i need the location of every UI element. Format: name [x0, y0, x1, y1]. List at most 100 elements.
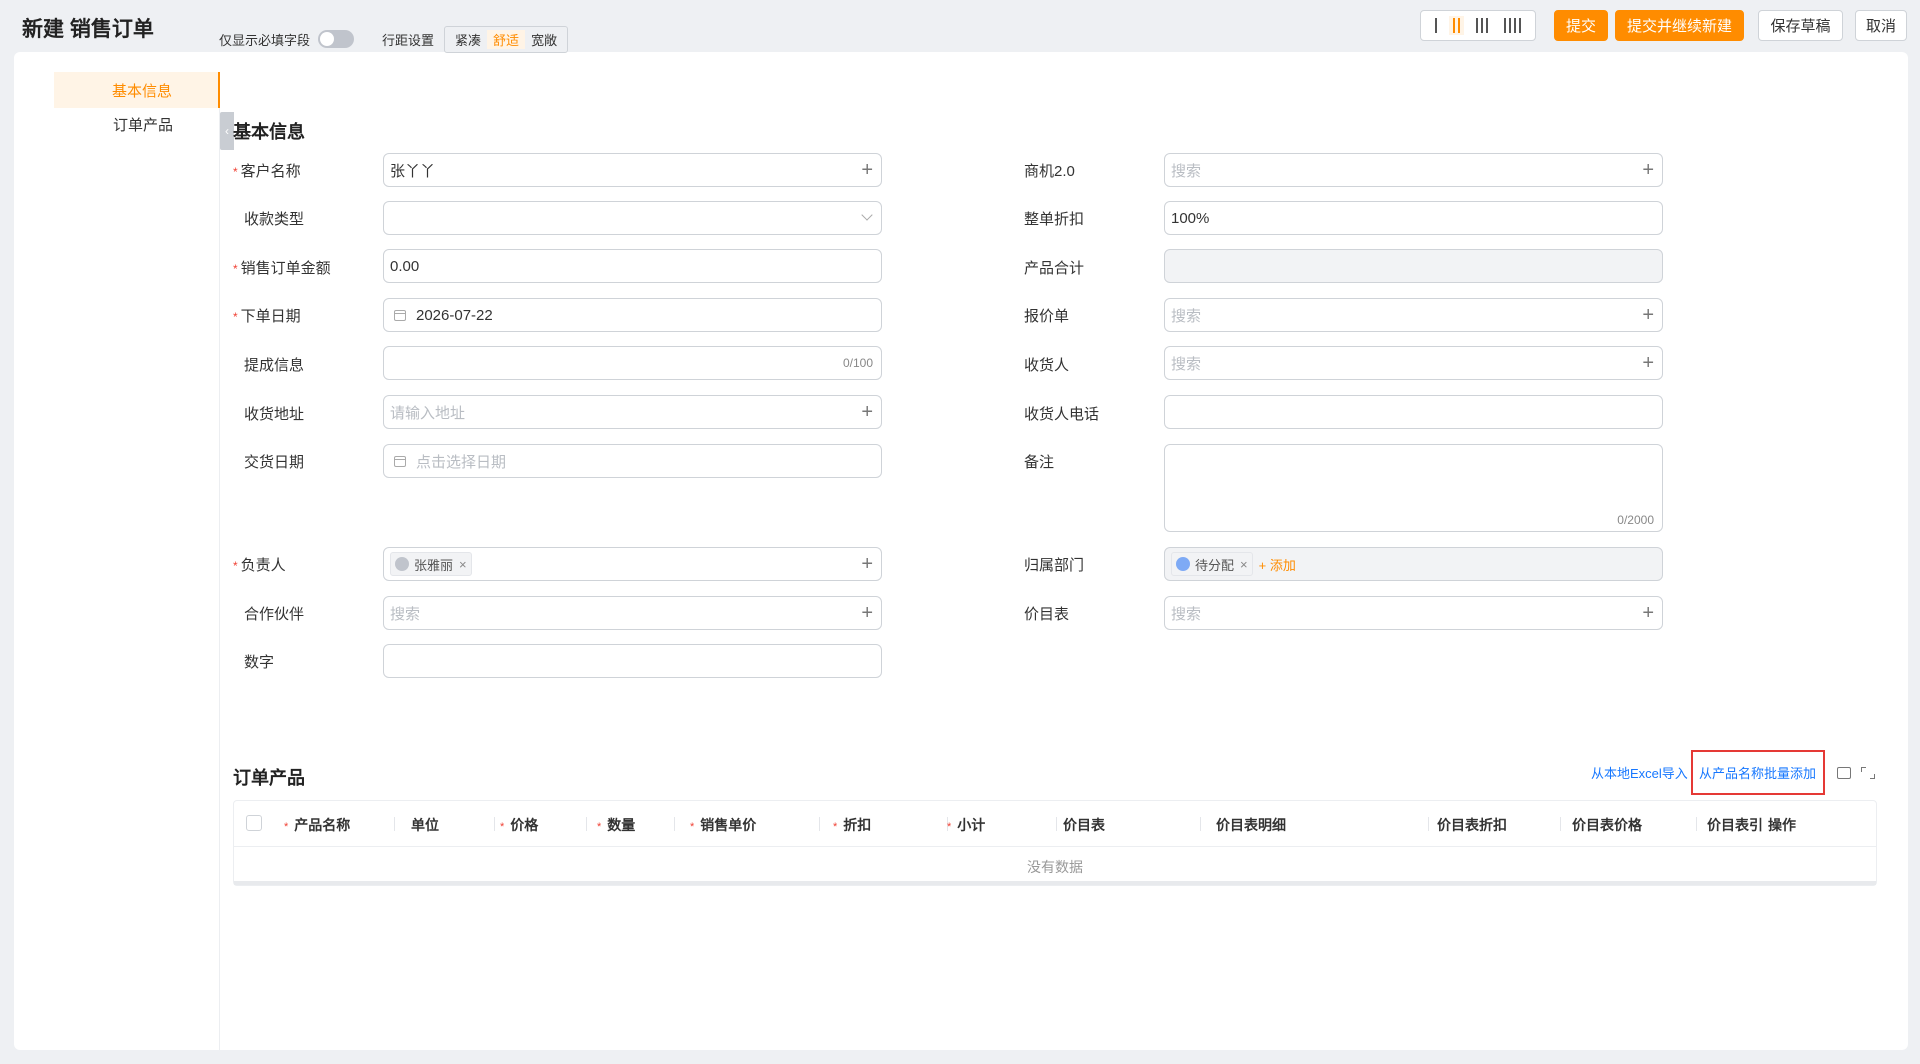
order-date-field[interactable]: 2026-07-22 [383, 298, 882, 332]
section-nav: 基本信息 订单产品 ‹ [28, 72, 234, 1050]
add-icon[interactable]: + [861, 602, 873, 624]
table-horizontal-scrollbar[interactable] [234, 881, 1876, 885]
department-field[interactable]: 待分配 × + 添加 [1164, 547, 1663, 581]
col-price-list-discount[interactable]: 价目表折扣 [1437, 815, 1507, 835]
required-only-toggle[interactable] [318, 30, 355, 48]
add-icon[interactable]: + [1642, 159, 1654, 181]
density-selector[interactable]: 紧凑 舒适 宽敞 [444, 25, 569, 53]
nav-item-order-products[interactable]: 订单产品 [54, 106, 220, 142]
payment-type-label: 收款类型 [244, 211, 305, 228]
opportunity-label: 商机2.0 [1024, 163, 1075, 180]
col-price-list-detail[interactable]: 价目表明细 [1216, 815, 1286, 835]
product-total-label: 产品合计 [1024, 260, 1085, 277]
col-discount[interactable]: * 折扣 [833, 815, 871, 835]
add-icon[interactable]: + [861, 159, 873, 181]
remove-tag-icon[interactable]: × [459, 557, 467, 572]
amount-label: * 销售订单金额 [233, 260, 331, 277]
col-product-name[interactable]: * 产品名称 [284, 815, 350, 835]
add-icon[interactable]: + [1642, 352, 1654, 374]
table-settings-icon[interactable] [1837, 767, 1851, 779]
layout-one-column-icon[interactable] [1431, 16, 1441, 35]
quote-field[interactable]: 搜索 + [1164, 298, 1663, 332]
select-all-checkbox[interactable] [246, 815, 262, 831]
commission-field[interactable]: 0/100 [383, 346, 882, 380]
commission-label: 提成信息 [244, 357, 305, 374]
submit-button[interactable]: 提交 [1554, 10, 1608, 41]
owner-label: * 负责人 [233, 557, 286, 574]
delivery-date-field[interactable]: 点击选择日期 [383, 444, 882, 478]
number-field[interactable] [383, 644, 882, 678]
col-price-list[interactable]: 价目表 [1063, 815, 1105, 835]
chevron-down-icon [861, 209, 873, 221]
col-price-list-ref[interactable]: 价目表引 [1707, 815, 1763, 835]
col-actions: 操作 [1768, 817, 1796, 833]
layout-three-column-icon[interactable] [1472, 16, 1492, 35]
fullscreen-icon[interactable] [1861, 767, 1875, 779]
layout-two-column-icon[interactable] [1449, 16, 1464, 35]
price-list-label: 价目表 [1024, 606, 1070, 623]
import-excel-link[interactable]: 从本地Excel导入 [1591, 763, 1688, 782]
commission-counter: 0/100 [842, 356, 873, 370]
density-comfortable-option[interactable]: 舒适 [487, 29, 526, 49]
opportunity-field[interactable]: 搜索 + [1164, 153, 1663, 187]
basic-info-title: 基本信息 [233, 122, 305, 142]
payment-type-select[interactable] [383, 201, 882, 235]
receiver-phone-field[interactable] [1164, 395, 1663, 429]
remove-tag-icon[interactable]: × [1240, 557, 1248, 572]
price-list-field[interactable]: 搜索 + [1164, 596, 1663, 630]
customer-label: * 客户名称 [233, 163, 301, 180]
receiver-phone-label: 收货人电话 [1024, 406, 1100, 423]
partner-field[interactable]: 搜索 + [383, 596, 882, 630]
col-subtotal[interactable]: * 小计 [947, 815, 985, 835]
add-icon[interactable]: + [1642, 602, 1654, 624]
cancel-button[interactable]: 取消 [1855, 10, 1907, 41]
calendar-icon [394, 455, 406, 467]
delivery-date-label: 交货日期 [244, 454, 305, 471]
customer-field[interactable]: 张丫丫 + [383, 153, 882, 187]
save-draft-button[interactable]: 保存草稿 [1758, 10, 1843, 41]
avatar [395, 557, 409, 571]
department-tag: 待分配 × [1171, 552, 1253, 576]
order-products-table: * 产品名称 单位 * 价格 * 数量 * 销售单价 * 折扣 * 小计 价目表 价目表明细… [233, 800, 1877, 886]
page-title: 新建 销售订单 [22, 18, 154, 41]
density-compact-option[interactable]: 紧凑 [449, 30, 487, 49]
remark-counter: 0/2000 [1617, 513, 1654, 527]
remark-label: 备注 [1024, 454, 1055, 471]
col-quantity[interactable]: * 数量 [597, 815, 635, 835]
highlight-box [1691, 750, 1825, 795]
number-label: 数字 [244, 654, 275, 671]
department-icon [1176, 557, 1190, 571]
density-loose-option[interactable]: 宽敞 [525, 30, 563, 49]
add-icon[interactable]: + [861, 553, 873, 575]
col-price-list-price[interactable]: 价目表价格 [1572, 815, 1642, 835]
product-total-field [1164, 249, 1663, 283]
form-options: 仅显示必填字段 行距设置 紧凑 舒适 宽敞 [219, 25, 569, 53]
calendar-icon [394, 309, 406, 321]
discount-field[interactable]: 100% [1164, 201, 1663, 235]
remark-textarea[interactable]: 0/2000 [1164, 444, 1663, 532]
order-date-label: * 下单日期 [233, 308, 301, 325]
submit-and-new-button[interactable]: 提交并继续新建 [1615, 10, 1744, 41]
address-label: 收货地址 [244, 406, 305, 423]
col-unit[interactable]: 单位 [411, 815, 439, 835]
collapse-nav-icon[interactable]: ‹ [220, 112, 234, 150]
column-layout-switch[interactable] [1420, 10, 1536, 41]
discount-label: 整单折扣 [1024, 211, 1085, 228]
amount-field[interactable]: 0.00 [383, 249, 882, 283]
add-department-link[interactable]: + 添加 [1259, 555, 1296, 574]
add-icon[interactable]: + [861, 401, 873, 423]
empty-state: 没有数据 [1027, 859, 1083, 875]
address-field[interactable]: 请输入地址 + [383, 395, 882, 429]
nav-item-basic-info[interactable]: 基本信息 [54, 72, 220, 108]
layout-four-column-icon[interactable] [1500, 16, 1525, 35]
partner-label: 合作伙伴 [244, 606, 305, 623]
table-header: * 产品名称 单位 * 价格 * 数量 * 销售单价 * 折扣 * 小计 价目表 价目表明细… [234, 801, 1876, 847]
col-unit-price[interactable]: * 销售单价 [690, 815, 756, 835]
required-only-label: 仅显示必填字段 [219, 32, 311, 48]
owner-field[interactable]: 张雅丽 × + [383, 547, 882, 581]
col-price[interactable]: * 价格 [500, 815, 538, 835]
receiver-field[interactable]: 搜索 + [1164, 346, 1663, 380]
add-icon[interactable]: + [1642, 304, 1654, 326]
quote-label: 报价单 [1024, 308, 1070, 325]
owner-tag: 张雅丽 × [390, 552, 472, 576]
